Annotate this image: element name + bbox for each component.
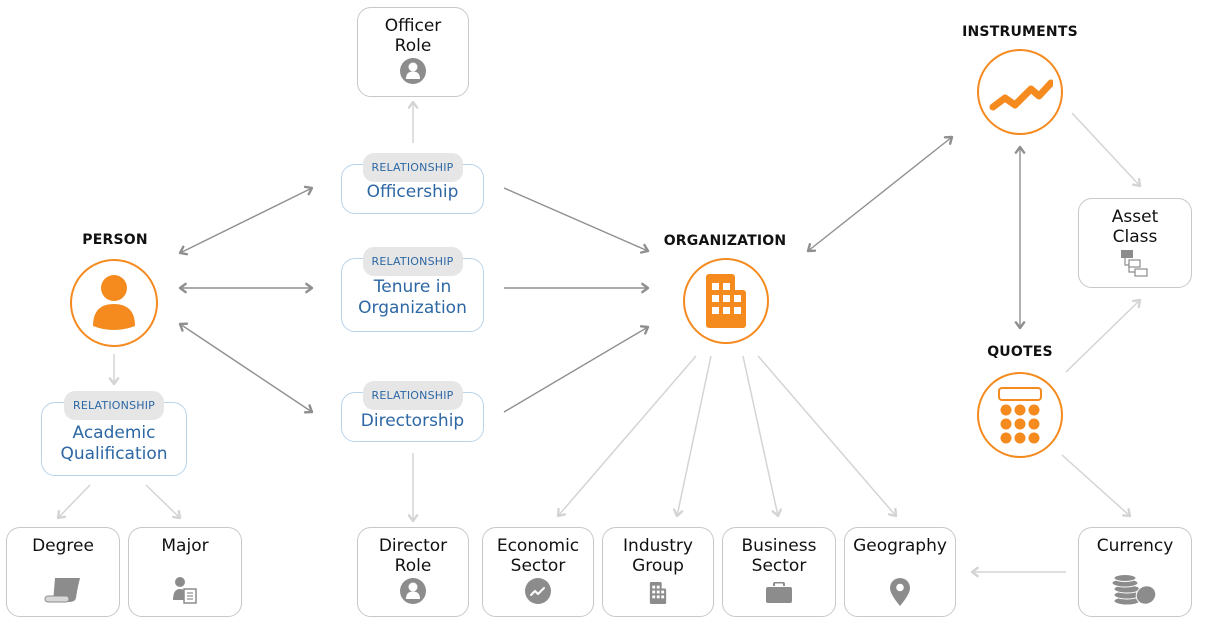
relationship-tenure[interactable]: RELATIONSHIP Tenure in Organization [341, 247, 484, 332]
edge-organization-to-economic_sector [557, 355, 697, 517]
edge-quotes-to-currency [1061, 454, 1131, 517]
edge-quotes-to-asset_class [1065, 299, 1141, 373]
edge-organization-to-industry_group [676, 355, 712, 517]
user-circle-icon [400, 578, 426, 604]
edge-organization-to-business_sector [742, 355, 779, 517]
map-pin-icon [890, 578, 910, 606]
edge-officership-to-organization [503, 187, 649, 252]
building-icon [706, 274, 746, 328]
asset-class-label: Asset Class [1111, 207, 1159, 247]
business-sector-node[interactable]: Business Sector [722, 527, 836, 617]
major-label: Major [161, 536, 209, 556]
person-icon [93, 275, 135, 330]
officer-role-node[interactable]: Officer Role [357, 7, 469, 97]
relationship-tag: RELATIONSHIP [362, 247, 463, 276]
industry-group-label: Industry Group [623, 536, 693, 576]
organization-label: ORGANIZATION [663, 233, 787, 249]
edge-directorship-to-organization [503, 326, 649, 413]
edge-academic-to-major [145, 484, 181, 519]
chart-circle-icon [525, 578, 551, 604]
currency-label: Currency [1096, 536, 1174, 556]
person-label: PERSON [82, 232, 148, 248]
relationship-directorship[interactable]: RELATIONSHIP Directorship [341, 381, 484, 442]
person-node[interactable] [70, 259, 158, 347]
edge-person-to-officership [179, 187, 313, 254]
relationship-tag: RELATIONSHIP [362, 153, 463, 182]
coins-icon [1111, 574, 1157, 606]
officer-role-label: Officer Role [384, 16, 442, 56]
economic-sector-node[interactable]: Economic Sector [482, 527, 594, 617]
briefcase-icon [766, 582, 792, 603]
quotes-node[interactable] [977, 372, 1063, 458]
instruments-label: INSTRUMENTS [962, 24, 1078, 40]
currency-node[interactable]: Currency [1078, 527, 1192, 617]
hierarchy-icon [1121, 250, 1148, 277]
building-icon [649, 582, 667, 604]
major-node[interactable]: Major [128, 527, 242, 617]
relationship-tag: RELATIONSHIP [362, 381, 463, 410]
scroll-icon [44, 578, 80, 603]
quotes-label: QUOTES [987, 344, 1053, 360]
organization-node[interactable] [683, 258, 769, 344]
geography-node[interactable]: Geography [844, 527, 956, 617]
edge-instruments-to-asset_class [1071, 112, 1141, 187]
geography-label: Geography [853, 536, 947, 556]
degree-node[interactable]: Degree [6, 527, 120, 617]
asset-class-node[interactable]: Asset Class [1078, 198, 1192, 288]
calculator-icon [998, 387, 1042, 444]
edge-organization-to-instruments [807, 136, 953, 252]
degree-label: Degree [32, 536, 94, 556]
edge-person-to-directorship [179, 323, 313, 413]
relationship-tag: RELATIONSHIP [63, 391, 165, 420]
user-circle-icon [400, 58, 426, 84]
instruments-node[interactable] [977, 49, 1063, 135]
trend-line-icon [989, 79, 1053, 111]
user-document-icon [173, 577, 197, 604]
relationship-academic-qualification[interactable]: RELATIONSHIP Academic Qualification [41, 391, 187, 476]
director-role-label: Director Role [378, 536, 448, 576]
business-sector-label: Business Sector [741, 536, 817, 576]
director-role-node[interactable]: Director Role [357, 527, 469, 617]
edge-organization-to-geography [757, 355, 897, 517]
edge-academic-to-degree [57, 484, 91, 519]
industry-group-node[interactable]: Industry Group [602, 527, 714, 617]
relationship-officership[interactable]: RELATIONSHIP Officership [341, 153, 484, 214]
economic-sector-label: Economic Sector [496, 536, 580, 576]
